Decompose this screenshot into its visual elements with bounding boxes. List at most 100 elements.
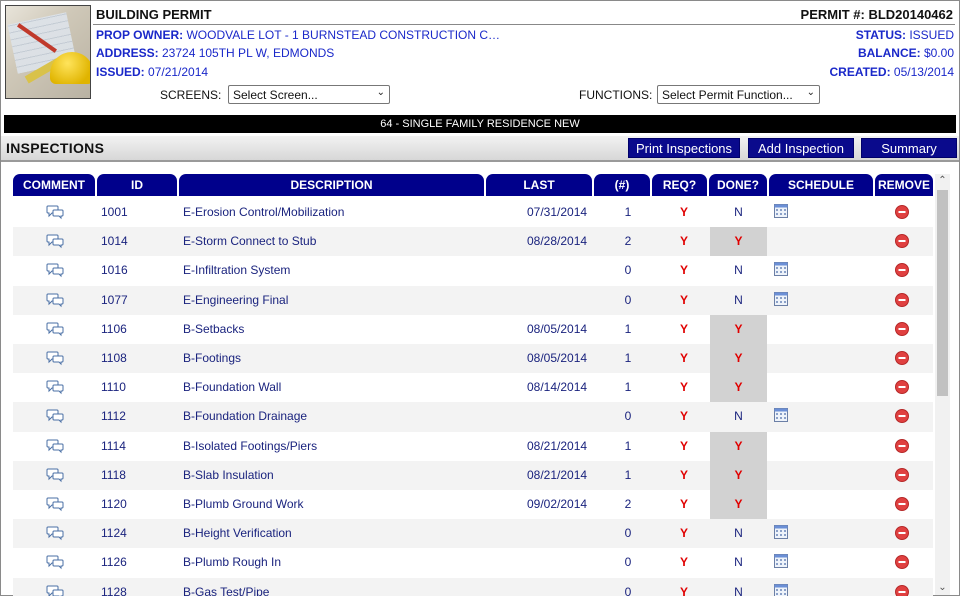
comment-icon[interactable] [46,350,64,366]
permit-number: PERMIT #: BLD20140462 [800,7,953,22]
inspection-count: 0 [624,409,632,424]
permit-balance: BALANCE: $0.00 [857,46,954,60]
comment-icon[interactable] [46,438,64,454]
address: ADDRESS: 23724 105TH PL W, EDMONDS [96,46,335,60]
inspection-description[interactable]: B-Slab Insulation [183,461,274,490]
remove-icon[interactable] [895,205,909,219]
inspection-id[interactable]: 1016 [101,256,128,285]
add-inspection-button[interactable]: Add Inspection [748,138,854,158]
inspection-description[interactable]: E-Storm Connect to Stub [183,227,316,256]
inspection-description[interactable]: B-Plumb Ground Work [183,490,304,519]
comment-icon[interactable] [46,233,64,249]
inspection-id[interactable]: 1126 [101,548,127,577]
print-inspections-button[interactable]: Print Inspections [628,138,740,158]
required-flag: Y [679,292,688,307]
column-header-comment: COMMENT [13,174,95,196]
scroll-thumb[interactable] [937,190,948,396]
screens-select[interactable]: Select Screen... ⌄ [228,85,390,104]
table-row: 1120 B-Plumb Ground Work 09/02/2014 2 Y Y [13,490,933,519]
done-flag: Y [710,227,767,257]
inspection-id[interactable]: 1001 [101,198,128,227]
comment-icon[interactable] [46,467,64,483]
remove-icon[interactable] [895,497,909,511]
comment-icon[interactable] [46,584,64,596]
required-flag: Y [679,409,688,424]
required-flag: Y [679,526,688,541]
inspection-description[interactable]: B-Isolated Footings/Piers [183,432,317,461]
inspection-id[interactable]: 1112 [101,402,126,431]
inspection-description[interactable]: B-Foundation Wall [183,373,281,402]
permit-photo [5,5,91,99]
required-flag: Y [679,467,688,482]
remove-icon[interactable] [895,555,909,570]
comment-icon[interactable] [46,525,64,541]
table-row: 1108 B-Footings 08/05/2014 1 Y Y [13,344,933,374]
comment-icon[interactable] [46,496,64,512]
inspection-count: 2 [624,497,632,511]
inspection-id[interactable]: 1114 [101,432,126,461]
done-flag: Y [710,460,767,490]
inspection-description[interactable]: B-Setbacks [183,315,244,344]
comment-icon[interactable] [46,379,64,395]
inspection-id[interactable]: 1108 [101,344,127,373]
calendar-icon[interactable] [774,204,788,218]
remove-icon[interactable] [895,409,909,424]
column-header-last: LAST [486,174,592,196]
done-flag: N [734,292,743,307]
inspection-description[interactable]: B-Foundation Drainage [183,402,307,431]
remove-icon[interactable] [895,351,909,365]
comment-icon[interactable] [46,321,64,337]
last-inspection-date: 08/28/2014 [527,234,588,249]
inspection-id[interactable]: 1120 [101,490,127,519]
remove-icon[interactable] [895,467,909,482]
inspection-id[interactable]: 1077 [101,286,128,315]
remove-icon[interactable] [895,380,909,395]
inspection-id[interactable]: 1128 [101,578,127,596]
inspection-count: 0 [624,292,632,307]
permit-window: BUILDING PERMIT PERMIT #: BLD20140462 PR… [0,0,960,596]
calendar-icon[interactable] [774,583,788,596]
inspection-count: 1 [624,351,632,365]
remove-icon[interactable] [895,321,909,336]
remove-icon[interactable] [895,263,909,278]
inspection-id[interactable]: 1110 [101,373,126,402]
column-header-done: DONE? [709,174,767,196]
inspection-description[interactable]: E-Engineering Final [183,286,288,315]
comment-icon[interactable] [46,554,64,570]
remove-icon[interactable] [895,292,909,307]
inspection-description[interactable]: E-Erosion Control/Mobilization [183,198,344,227]
inspection-description[interactable]: B-Gas Test/Pipe [183,578,269,596]
calendar-icon[interactable] [774,262,788,277]
table-scrollbar[interactable]: ⌃ ⌄ [935,174,950,595]
done-flag: N [734,555,743,570]
inspection-count: 2 [624,234,632,249]
inspection-id[interactable]: 1118 [101,461,126,490]
scroll-down-arrow[interactable]: ⌄ [935,581,950,595]
remove-icon[interactable] [895,438,909,453]
scroll-up-arrow[interactable]: ⌃ [935,174,950,188]
table-row: 1001 E-Erosion Control/Mobilization 07/31/… [13,198,933,227]
summary-button[interactable]: Summary [861,138,957,158]
inspection-id[interactable]: 1014 [101,227,128,256]
remove-icon[interactable] [895,584,909,596]
comment-icon[interactable] [46,204,64,220]
inspection-description[interactable]: B-Plumb Rough In [183,548,281,577]
functions-select[interactable]: Select Permit Function... ⌄ [657,85,820,104]
comment-icon[interactable] [46,408,64,424]
table-row: 1112 B-Foundation Drainage 0 Y N [13,402,933,432]
comment-icon[interactable] [46,262,64,278]
inspection-id[interactable]: 1106 [101,315,127,344]
calendar-icon[interactable] [774,554,788,569]
last-inspection-date: 08/21/2014 [527,438,588,453]
calendar-icon[interactable] [774,525,788,540]
done-flag: Y [710,373,767,403]
inspection-id[interactable]: 1124 [101,519,127,548]
calendar-icon[interactable] [774,291,788,306]
comment-icon[interactable] [46,292,64,308]
calendar-icon[interactable] [774,408,788,423]
remove-icon[interactable] [895,234,909,249]
inspection-description[interactable]: B-Height Verification [183,519,292,548]
inspection-description[interactable]: E-Infiltration System [183,256,290,285]
inspection-description[interactable]: B-Footings [183,344,241,373]
remove-icon[interactable] [895,526,909,541]
